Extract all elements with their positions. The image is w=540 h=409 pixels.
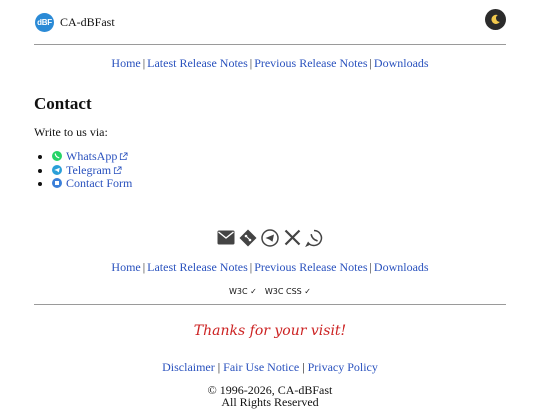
external-link-icon [120,152,128,161]
moon-icon [491,14,500,24]
social-icons [34,228,506,247]
page: dBF CA-dBFast Home | Latest Release Notes |… [34,0,506,408]
whatsapp-icon [52,151,62,161]
footer-nav-previous-release-notes[interactable]: Previous Release Notes [254,260,367,274]
footer-nav: Home | Latest Release Notes | Previous Relea… [34,260,506,275]
footer-nav-home[interactable]: Home [111,260,140,274]
whatsapp-icon[interactable] [305,228,324,247]
page-title: Contact [34,94,92,113]
theme-toggle-button[interactable] [485,9,506,30]
list-item: WhatsApp [52,149,132,164]
footer-nav-latest-release-notes[interactable]: Latest Release Notes [147,260,248,274]
list-item: Contact Form [52,176,132,191]
telegram-icon [52,164,62,175]
disclaimer-link[interactable]: Disclaimer [162,360,215,374]
fair-use-notice-link[interactable]: Fair Use Notice [223,360,299,374]
w3c-html-badge[interactable]: W3C ✓ [225,287,261,296]
nav-downloads[interactable]: Downloads [374,56,429,70]
top-nav: Home | Latest Release Notes | Previous Relea… [34,56,506,71]
header-divider [34,44,506,45]
footer-divider [34,304,506,305]
nav-home[interactable]: Home [111,56,140,70]
external-link-icon [114,165,122,174]
copyright: © 1996-2026, CA-dBFast All Rights Reserv… [34,384,506,408]
footer-nav-downloads[interactable]: Downloads [374,260,429,274]
legal-separator: | [302,360,305,374]
contact-link-form[interactable]: Contact Form [66,176,132,190]
git-icon[interactable] [239,228,258,247]
mail-icon[interactable] [217,228,236,247]
validator-badges: W3C ✓ W3C CSS ✓ [34,287,506,296]
list-item: Telegram [52,163,132,178]
site-header: dBF CA-dBFast [34,0,506,44]
telegram-icon[interactable] [261,228,280,247]
privacy-policy-link[interactable]: Privacy Policy [308,360,378,374]
w3c-css-badge[interactable]: W3C CSS ✓ [261,287,315,296]
contact-link-whatsapp[interactable]: WhatsApp [66,149,117,163]
site-logo[interactable]: dBF [35,13,54,32]
nav-latest-release-notes[interactable]: Latest Release Notes [147,56,248,70]
nav-previous-release-notes[interactable]: Previous Release Notes [254,56,367,70]
intro-text: Write to us via: [34,125,108,139]
x-icon[interactable] [283,228,302,247]
thanks-message: Thanks for your visit! [193,323,347,339]
contact-link-telegram[interactable]: Telegram [66,163,111,177]
legal-separator: | [217,360,221,374]
contact-list: WhatsApp Telegram Contact Form [34,149,132,191]
rights-text: All Rights Reserved [221,395,319,409]
legal-links: Disclaimer | Fair Use Notice | Privacy Polic… [34,360,506,375]
site-name[interactable]: CA-dBFast [60,15,115,30]
contact-form-icon [52,178,62,188]
